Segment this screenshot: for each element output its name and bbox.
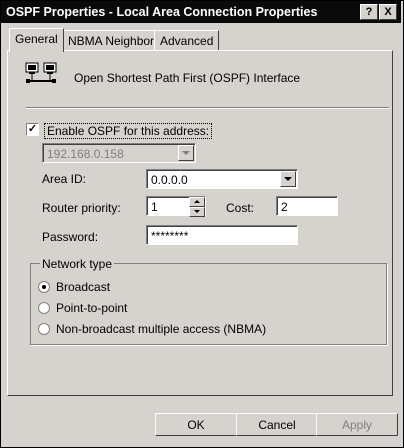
password-label: Password: xyxy=(42,230,99,244)
point-to-point-label[interactable]: Point-to-point xyxy=(56,301,127,315)
cost-label: Cost: xyxy=(226,201,255,215)
tab-nbma-neighbors-label: NBMA Neighbors xyxy=(68,34,161,48)
tab-nbma-neighbors[interactable]: NBMA Neighbors xyxy=(62,30,167,51)
password-value: ******** xyxy=(151,229,189,243)
tab-general[interactable]: General xyxy=(9,28,64,52)
broadcast-label[interactable]: Broadcast xyxy=(56,280,110,294)
nbma-radio[interactable] xyxy=(38,323,50,335)
area-id-value: 0.0.0.0 xyxy=(151,173,188,187)
tab-advanced[interactable]: Advanced xyxy=(154,30,220,51)
password-input[interactable]: ******** xyxy=(146,225,298,245)
help-button[interactable]: ? xyxy=(360,4,378,20)
cost-value: 2 xyxy=(281,200,288,214)
ip-address-value: 192.168.0.158 xyxy=(47,147,124,161)
apply-button[interactable]: Apply xyxy=(316,413,398,436)
router-priority-up-icon[interactable] xyxy=(189,197,205,207)
tab-panel-general: Open Shortest Path First (OSPF) Interfac… xyxy=(7,50,393,396)
router-priority-value: 1 xyxy=(151,200,158,214)
area-id-dropdown-icon[interactable] xyxy=(280,171,296,187)
broadcast-radio[interactable] xyxy=(38,281,50,293)
point-to-point-radio[interactable] xyxy=(38,302,50,314)
tab-general-label: General xyxy=(15,32,58,46)
close-button[interactable]: X xyxy=(379,4,397,20)
radio-selected-dot xyxy=(42,285,46,289)
ip-address-select[interactable]: 192.168.0.158 xyxy=(42,143,196,163)
router-priority-label: Router priority: xyxy=(42,201,121,215)
tab-advanced-label: Advanced xyxy=(160,34,214,48)
network-type-label: Network type xyxy=(40,257,115,271)
ok-button[interactable]: OK xyxy=(155,413,237,436)
interface-header-text: Open Shortest Path First (OSPF) Interfac… xyxy=(74,71,301,85)
ip-address-dropdown-icon[interactable] xyxy=(178,145,194,161)
title-bar: OSPF Properties - Local Area Connection … xyxy=(1,1,401,23)
area-id-label: Area ID: xyxy=(42,172,87,186)
separator xyxy=(26,107,389,109)
enable-ospf-checkbox[interactable]: ✓ xyxy=(26,123,39,136)
enable-ospf-label[interactable]: Enable OSPF for this address: xyxy=(44,123,213,139)
window-title: OSPF Properties - Local Area Connection … xyxy=(6,5,318,19)
cancel-button[interactable]: Cancel xyxy=(236,413,318,436)
cost-input[interactable]: 2 xyxy=(276,196,338,216)
nbma-label[interactable]: Non-broadcast multiple access (NBMA) xyxy=(56,322,266,336)
network-interface-icon xyxy=(24,61,58,93)
area-id-select[interactable]: 0.0.0.0 xyxy=(146,169,298,189)
router-priority-down-icon[interactable] xyxy=(189,207,205,217)
